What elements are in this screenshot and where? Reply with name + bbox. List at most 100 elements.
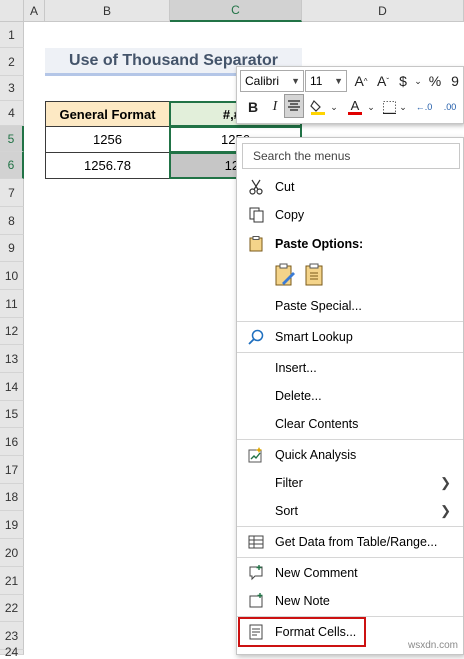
chevron-down-icon[interactable]: ⌄ — [413, 70, 423, 92]
copy-icon — [247, 206, 265, 224]
menu-item-label: Paste Special... — [275, 299, 362, 313]
menu-item-label: Get Data from Table/Range... — [275, 535, 438, 549]
fill-color-button[interactable] — [307, 96, 329, 118]
font-size-combo[interactable]: 11 ▼ — [305, 70, 347, 92]
menu-item-insert[interactable]: Insert... — [237, 356, 463, 380]
font-color-button[interactable]: A — [345, 96, 365, 118]
table-cell[interactable]: 1256 — [45, 126, 170, 153]
row-header-24[interactable]: 24 — [0, 645, 24, 659]
column-header-b[interactable]: B — [45, 0, 170, 22]
row-header-6[interactable]: 6 — [0, 152, 24, 179]
menu-item-filter[interactable]: Filter ❯ — [237, 471, 463, 495]
decrease-font-button[interactable]: Aˇ — [373, 70, 393, 92]
row-header-22[interactable]: 22 — [0, 595, 24, 622]
search-menus-input[interactable]: Search the menus — [242, 143, 460, 169]
menu-item-label: Cut — [275, 180, 295, 194]
row-header-12[interactable]: 12 — [0, 318, 24, 345]
font-color-icon: A — [350, 98, 360, 113]
chevron-down-icon[interactable]: ⌄ — [399, 96, 407, 118]
row-header-16[interactable]: 16 — [0, 428, 24, 456]
column-header-c[interactable]: C — [170, 0, 302, 22]
table-icon — [247, 533, 265, 551]
menu-item-label: Copy — [275, 208, 305, 222]
menu-item-label: Sort — [275, 504, 298, 518]
chevron-down-icon[interactable]: ⌄ — [367, 96, 375, 118]
row-header-1[interactable]: 1 — [0, 22, 24, 48]
column-header-d[interactable]: D — [302, 0, 464, 22]
menu-item-get-data[interactable]: Get Data from Table/Range... — [237, 530, 463, 554]
row-header-19[interactable]: 19 — [0, 511, 24, 539]
row-header-20[interactable]: 20 — [0, 539, 24, 567]
row-header-18[interactable]: 18 — [0, 484, 24, 511]
format-cells-highlight — [238, 617, 366, 647]
table-cell[interactable]: 1256.78 — [45, 152, 170, 179]
menu-separator — [237, 321, 463, 322]
mini-toolbar: Calibri ▼ 11 ▼ A ^ Aˇ $ ⌄ % 9 B I ⌄ A ⌄ ⌄… — [236, 66, 464, 124]
menu-separator — [237, 557, 463, 558]
menu-item-label: New Comment — [275, 566, 358, 580]
menu-item-sort[interactable]: Sort ❯ — [237, 499, 463, 523]
menu-item-label: Clear Contents — [275, 417, 359, 431]
paint-bucket-icon — [310, 100, 325, 115]
currency-button[interactable]: $ — [395, 70, 411, 92]
font-name-value: Calibri — [245, 74, 280, 88]
menu-item-new-comment[interactable]: New Comment — [237, 561, 463, 585]
menu-separator — [237, 439, 463, 440]
menu-item-clear-contents[interactable]: Clear Contents — [237, 412, 463, 436]
paste-icon[interactable] — [302, 262, 326, 288]
new-comment-icon — [247, 564, 265, 582]
search-icon — [247, 328, 265, 346]
chevron-down-icon: ▼ — [291, 76, 300, 86]
font-size-value: 11 — [310, 74, 323, 88]
menu-item-smart-lookup[interactable]: Smart Lookup — [237, 325, 463, 349]
chevron-right-icon: ❯ — [440, 503, 451, 518]
quick-analysis-icon — [247, 446, 265, 464]
table-header-general[interactable]: General Format — [45, 101, 170, 127]
menu-item-label: Quick Analysis — [275, 448, 357, 462]
menu-item-paste-options: Paste Options: — [237, 232, 463, 256]
row-header-10[interactable]: 10 — [0, 262, 24, 290]
menu-item-label: Paste Options: — [275, 237, 364, 251]
row-header-13[interactable]: 13 — [0, 345, 24, 373]
chevron-down-icon[interactable]: ⌄ — [330, 96, 338, 118]
bold-button[interactable]: B — [243, 96, 263, 118]
menu-item-label: Insert... — [275, 361, 317, 375]
row-header-7[interactable]: 7 — [0, 179, 24, 207]
select-all-corner[interactable] — [0, 0, 24, 22]
menu-separator — [237, 352, 463, 353]
column-header-a[interactable]: A — [24, 0, 45, 22]
row-header-2[interactable]: 2 — [0, 48, 24, 76]
chevron-right-icon: ❯ — [440, 475, 451, 490]
font-name-combo[interactable]: Calibri ▼ — [240, 70, 304, 92]
italic-button[interactable]: I — [265, 96, 285, 118]
row-header-9[interactable]: 9 — [0, 235, 24, 262]
paste-formatting-icon[interactable] — [273, 262, 297, 288]
row-header-5[interactable]: 5 — [0, 126, 24, 152]
center-align-button[interactable] — [284, 94, 304, 118]
menu-item-label: Filter — [275, 476, 303, 490]
watermark: wsxdn.com — [407, 640, 458, 651]
borders-button[interactable] — [380, 96, 398, 118]
menu-separator — [237, 526, 463, 527]
row-header-21[interactable]: 21 — [0, 567, 24, 595]
row-header-15[interactable]: 15 — [0, 401, 24, 428]
menu-item-copy[interactable]: Copy — [237, 203, 463, 227]
row-header-4[interactable]: 4 — [0, 101, 24, 126]
row-header-14[interactable]: 14 — [0, 373, 24, 401]
menu-item-cut[interactable]: Cut — [237, 175, 463, 199]
menu-item-paste-special[interactable]: Paste Special... — [237, 294, 463, 318]
menu-item-quick-analysis[interactable]: Quick Analysis — [237, 443, 463, 467]
percent-button[interactable]: % — [426, 70, 444, 92]
row-header-3[interactable]: 3 — [0, 76, 24, 101]
increase-decimal-button[interactable]: ←.0 — [412, 96, 436, 118]
clipboard-icon — [247, 235, 265, 253]
menu-item-delete[interactable]: Delete... — [237, 384, 463, 408]
menu-item-label: New Note — [275, 594, 330, 608]
row-header-8[interactable]: 8 — [0, 207, 24, 235]
increase-font-button[interactable]: A ^ — [351, 70, 371, 92]
menu-item-new-note[interactable]: New Note — [237, 589, 463, 613]
row-header-11[interactable]: 11 — [0, 290, 24, 318]
comma-style-button[interactable]: 9 — [447, 70, 463, 92]
decrease-decimal-button[interactable]: .00 — [438, 96, 462, 118]
row-header-17[interactable]: 17 — [0, 456, 24, 484]
